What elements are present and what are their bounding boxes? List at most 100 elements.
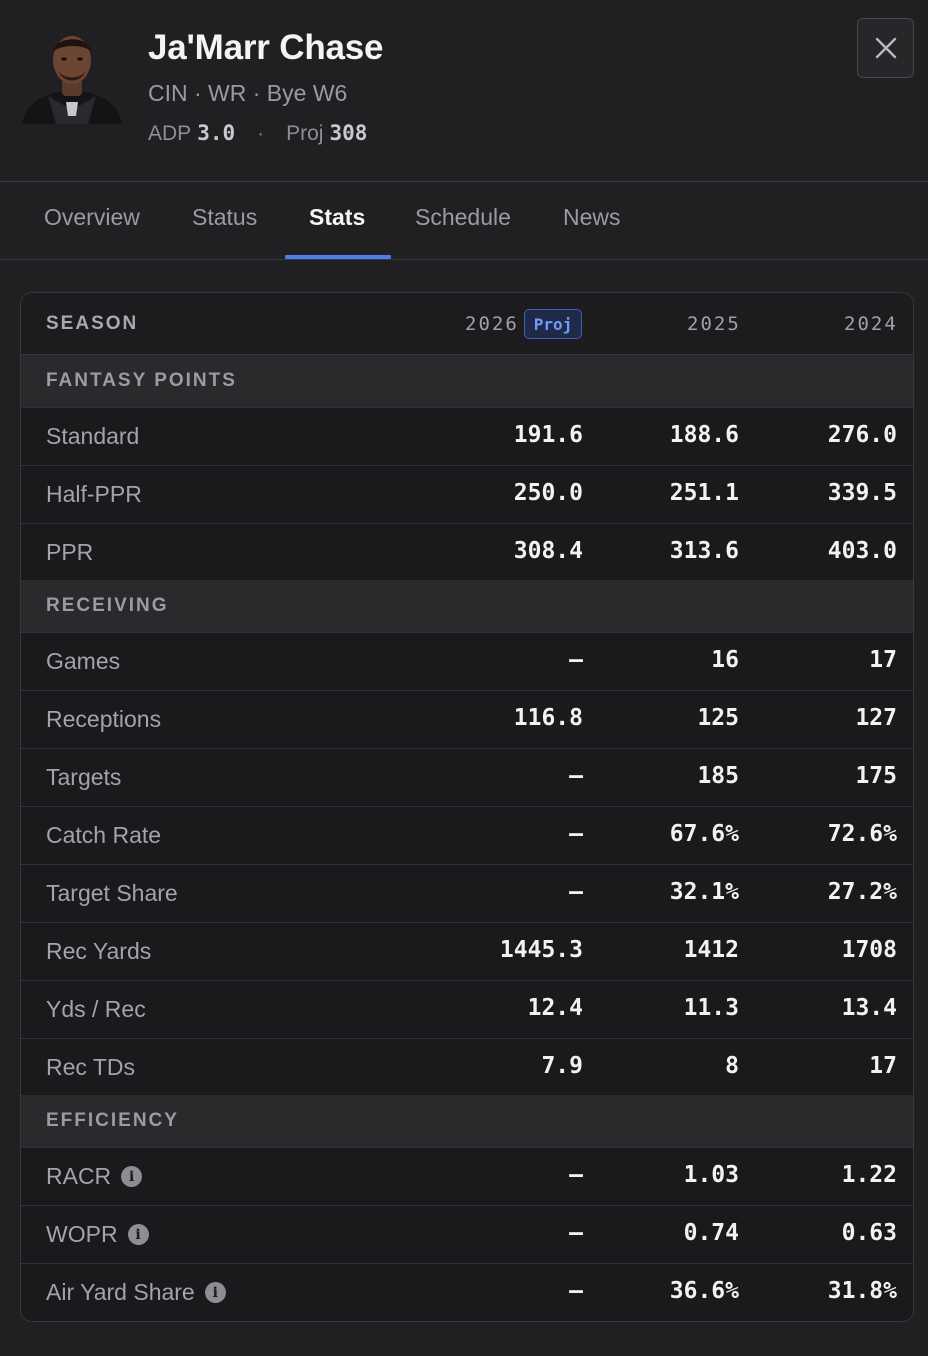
row-value: 16	[711, 647, 739, 673]
row-label: Targets	[46, 764, 122, 790]
year-column-header: 2025	[687, 313, 741, 335]
row-value: 127	[855, 705, 897, 731]
row-value: 339.5	[827, 480, 897, 506]
row-value: 0.63	[841, 1220, 897, 1246]
row-value: 251.1	[669, 480, 739, 506]
table-row: Target Share – 32.1% 27.2%	[21, 864, 913, 922]
row-label: Target Share	[46, 880, 178, 906]
section-efficiency: EFFICIENCY	[21, 1095, 913, 1147]
row-value: 1445.3	[499, 937, 583, 963]
tab-stats[interactable]: Stats	[309, 204, 365, 231]
separator-dot: ·	[257, 122, 265, 145]
row-label: Air Yard Share	[46, 1279, 195, 1305]
row-value: 313.6	[669, 538, 739, 564]
row-label: Games	[46, 648, 121, 674]
adp-label: ADP	[148, 122, 192, 145]
row-value: 125	[697, 705, 739, 731]
row-value: 8	[725, 1053, 739, 1079]
stats-table: SEASON 2026 Proj 2025 2024 FANTASY POINT…	[20, 292, 914, 1322]
player-name: Ja'Marr Chase	[148, 28, 384, 67]
row-label: Rec TDs	[46, 1054, 136, 1080]
row-value: 72.6%	[827, 821, 897, 847]
row-value: –	[569, 763, 583, 789]
table-row: Games – 16 17	[21, 632, 913, 690]
row-value: –	[569, 1220, 583, 1246]
table-row: Receptions 116.8 125 127	[21, 690, 913, 748]
season-column-header: SEASON	[46, 313, 139, 334]
table-row: Air Yard Share i – 36.6% 31.8%	[21, 1263, 913, 1321]
row-value: 12.4	[527, 995, 583, 1021]
player-rankings: ADP 3.0 · Proj 308	[148, 121, 367, 146]
table-row: Rec TDs 7.9 8 17	[21, 1038, 913, 1096]
table-row: PPR 308.4 313.6 403.0	[21, 523, 913, 581]
row-value: –	[569, 821, 583, 847]
row-value: 27.2%	[827, 879, 897, 905]
row-value: 67.6%	[669, 821, 739, 847]
row-label: Yds / Rec	[46, 996, 146, 1022]
table-row: Half-PPR 250.0 251.1 339.5	[21, 465, 913, 523]
row-value: 36.6%	[669, 1278, 739, 1304]
row-value: 403.0	[827, 538, 897, 564]
section-receiving: RECEIVING	[21, 580, 913, 632]
section-label: EFFICIENCY	[46, 1110, 179, 1131]
table-row: Yds / Rec 12.4 11.3 13.4	[21, 980, 913, 1038]
table-row: Catch Rate – 67.6% 72.6%	[21, 806, 913, 864]
section-label: RECEIVING	[46, 595, 169, 616]
row-value: –	[569, 879, 583, 905]
row-value: 17	[869, 647, 897, 673]
row-value: 308.4	[513, 538, 583, 564]
table-row: WOPR i – 0.74 0.63	[21, 1205, 913, 1263]
row-value: 1.22	[841, 1162, 897, 1188]
row-value: 250.0	[513, 480, 583, 506]
active-tab-indicator	[285, 255, 391, 259]
player-meta: CIN · WR · Bye W6	[148, 80, 348, 106]
row-value: –	[569, 1278, 583, 1304]
row-label: WOPR	[46, 1221, 118, 1247]
table-header: SEASON 2026 Proj 2025 2024	[21, 293, 913, 355]
row-label: Catch Rate	[46, 822, 162, 848]
table-row: Rec Yards 1445.3 1412 1708	[21, 922, 913, 980]
table-row: RACR i – 1.03 1.22	[21, 1147, 913, 1205]
row-label: PPR	[46, 539, 94, 565]
row-label: Rec Yards	[46, 938, 152, 964]
row-label-with-info: WOPR i	[46, 1221, 149, 1248]
info-icon[interactable]: i	[127, 1224, 149, 1245]
section-label: FANTASY POINTS	[46, 370, 237, 391]
table-row: Standard 191.6 188.6 276.0	[21, 407, 913, 465]
row-value: 0.74	[683, 1220, 739, 1246]
row-value: 175	[855, 763, 897, 789]
row-value: 11.3	[683, 995, 739, 1021]
row-value: –	[569, 1162, 583, 1188]
info-icon[interactable]: i	[204, 1282, 226, 1303]
row-value: 185	[697, 763, 739, 789]
tab-status[interactable]: Status	[192, 204, 257, 231]
row-value: 116.8	[513, 705, 583, 731]
row-value: 188.6	[669, 422, 739, 448]
row-value: 1412	[683, 937, 739, 963]
proj-value: 308	[329, 121, 368, 145]
row-label-with-info: Air Yard Share i	[46, 1279, 226, 1306]
section-fantasy-points: FANTASY POINTS	[21, 355, 913, 407]
row-value: 7.9	[541, 1053, 583, 1079]
row-value: –	[569, 647, 583, 673]
tab-news[interactable]: News	[563, 204, 621, 231]
year-column-header: 2026	[465, 313, 519, 335]
proj-badge: Proj	[524, 309, 582, 339]
row-value: 1708	[841, 937, 897, 963]
row-value: 13.4	[841, 995, 897, 1021]
close-button[interactable]	[857, 18, 914, 78]
year-column-header: 2024	[844, 313, 898, 335]
tab-overview[interactable]: Overview	[44, 204, 140, 231]
info-icon[interactable]: i	[121, 1166, 143, 1187]
close-icon	[875, 37, 896, 59]
player-avatar	[18, 26, 126, 126]
row-label: Standard	[46, 423, 140, 449]
tab-bar: Overview Status Stats Schedule News	[0, 182, 928, 260]
row-label: Half-PPR	[46, 481, 142, 507]
row-label: RACR	[46, 1163, 112, 1189]
row-value: 276.0	[827, 422, 897, 448]
proj-label: Proj	[286, 122, 324, 145]
tab-schedule[interactable]: Schedule	[415, 204, 511, 231]
row-value: 17	[869, 1053, 897, 1079]
row-value: 31.8%	[827, 1278, 897, 1304]
